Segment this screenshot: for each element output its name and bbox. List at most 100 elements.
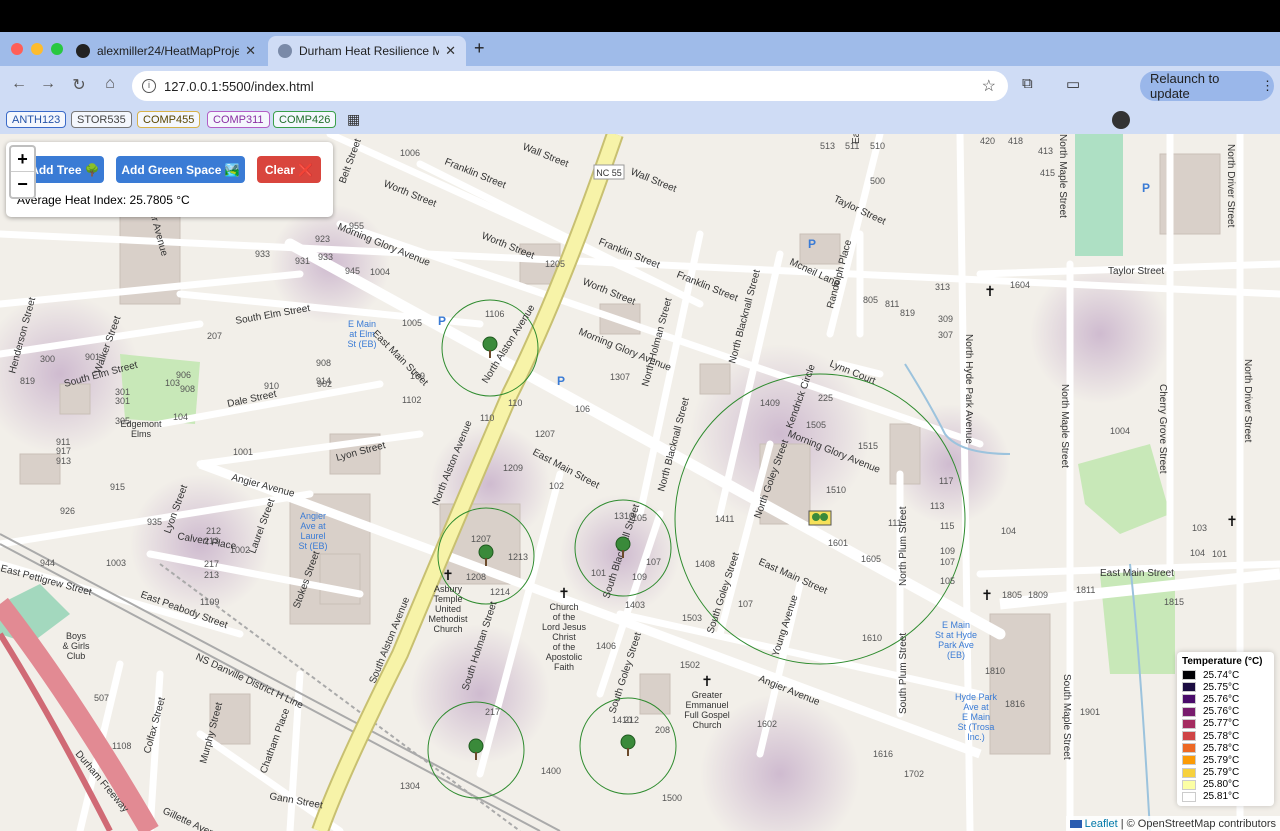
svg-text:Gillette Avenue: Gillette Avenue [161,806,227,831]
close-window-button[interactable] [11,43,23,55]
more-vert-icon[interactable]: ⋮ [1261,78,1274,94]
svg-text:Wall Street: Wall Street [521,142,570,170]
zoom-control: + − [9,145,36,199]
bookmark-stor535[interactable]: STOR535 [71,111,132,128]
svg-text:& Girls: & Girls [63,641,91,651]
svg-text:917: 917 [56,446,71,456]
svg-text:✝: ✝ [442,567,454,583]
map-attribution: Leaflet | © OpenStreetMap contributors [1065,816,1280,831]
legend-label: 25.78°C [1203,742,1240,754]
svg-text:E Main: E Main [942,620,970,630]
svg-text:1605: 1605 [861,554,881,564]
svg-text:P: P [438,314,446,328]
close-icon[interactable]: ✕ [445,43,456,59]
legend-label: 25.79°C [1203,754,1240,766]
reload-icon[interactable]: ↻ [68,75,90,95]
svg-text:115: 115 [940,521,954,531]
svg-text:1408: 1408 [695,559,715,569]
leaflet-link[interactable]: Leaflet [1085,818,1118,830]
svg-text:Christ: Christ [552,632,576,642]
legend-swatch [1182,779,1196,790]
svg-text:Lord Jesus: Lord Jesus [542,622,587,632]
bookmark-star-icon[interactable]: ☆ [982,76,996,96]
map-view[interactable]: 1006 1106 1205 1307 1409 225 1505 1510 1515 160… [0,134,1280,831]
url-text: 127.0.0.1:5500/index.html [164,78,314,94]
svg-text:Asbury: Asbury [434,584,463,594]
cast-icon[interactable]: ▭ [1066,75,1080,93]
svg-text:Hyde Park: Hyde Park [955,692,998,702]
svg-text:1503: 1503 [682,613,702,623]
new-tab-button[interactable]: + [474,38,485,59]
maximize-window-button[interactable] [51,43,63,55]
apps-grid-icon[interactable]: ▦ [347,111,360,128]
svg-text:1005: 1005 [402,318,422,328]
svg-text:811: 811 [885,299,899,309]
bookmark-comp455[interactable]: COMP455 [137,111,201,128]
minimize-window-button[interactable] [31,43,43,55]
map-control-panel: Add Tree 🌳 Add Green Space 🏞️ Clear ❌ Av… [6,142,333,217]
github-icon [76,44,90,58]
svg-text:Gann Street: Gann Street [268,791,323,811]
forward-arrow-icon[interactable]: → [37,75,59,93]
zoom-in-button[interactable]: + [11,147,34,172]
svg-text:113: 113 [930,501,944,511]
clear-button[interactable]: Clear ❌ [257,156,321,183]
svg-text:906: 906 [176,370,191,380]
svg-text:107: 107 [738,599,753,609]
svg-text:1515: 1515 [858,441,878,451]
svg-text:415: 415 [1040,168,1055,178]
svg-text:at Elm: at Elm [349,329,375,339]
bookmark-comp426[interactable]: COMP426 [273,111,337,128]
legend-swatch [1182,791,1196,802]
svg-text:507: 507 [94,693,109,703]
svg-text:207: 207 [207,331,222,341]
svg-text:Worth Street: Worth Street [581,277,637,308]
svg-text:Laurel: Laurel [300,531,325,541]
add-green-space-button[interactable]: Add Green Space 🏞️ [116,156,245,183]
address-bar[interactable]: i 127.0.0.1:5500/index.html ☆ [132,71,1008,101]
legend-label: 25.76°C [1203,693,1240,705]
svg-text:E Main: E Main [348,319,376,329]
svg-text:915: 915 [110,482,125,492]
svg-text:Ave at: Ave at [963,702,989,712]
svg-text:805: 805 [863,295,878,305]
svg-text:208: 208 [655,725,670,735]
back-arrow-icon[interactable]: ← [8,75,30,93]
legend-row: 25.74°C [1182,669,1269,681]
svg-text:213: 213 [204,570,219,580]
svg-text:510: 510 [870,141,885,151]
legend-label: 25.76°C [1203,706,1240,718]
svg-text:East Main Street: East Main Street [370,328,430,388]
extensions-icon[interactable]: ⧉ [1022,75,1033,92]
park-area [1100,564,1175,674]
svg-text:Temple: Temple [433,594,462,604]
svg-text:✝: ✝ [701,673,713,689]
close-icon[interactable]: ✕ [245,43,256,59]
legend-row: 25.77°C [1182,718,1269,730]
add-tree-button[interactable]: Add Tree 🌳 [26,156,104,183]
svg-text:908: 908 [316,358,331,368]
bookmark-anth123[interactable]: ANTH123 [6,111,67,128]
svg-text:Church: Church [692,720,721,730]
svg-text:St (Trosa: St (Trosa [958,722,995,732]
svg-text:107: 107 [646,557,661,567]
zoom-out-button[interactable]: − [11,172,34,197]
svg-text:Chatham Place: Chatham Place [258,707,292,775]
svg-text:✝: ✝ [558,585,570,601]
info-icon[interactable]: i [142,79,156,93]
tab-heat-map[interactable]: Durham Heat Resilience Map ✕ [268,36,466,66]
tab-github[interactable]: alexmiller24/HeatMapProject ✕ [66,36,266,66]
svg-text:309: 309 [938,314,953,324]
home-icon[interactable]: ⌂ [99,75,121,93]
svg-text:1500: 1500 [662,793,682,803]
bookmark-comp311[interactable]: COMP311 [207,111,270,128]
svg-text:933: 933 [318,252,333,262]
legend-row: 25.79°C [1182,754,1269,766]
svg-text:819: 819 [20,376,35,386]
svg-text:1610: 1610 [862,633,882,643]
svg-text:1106: 1106 [485,309,504,319]
svg-text:217: 217 [485,707,500,717]
relaunch-button[interactable]: Relaunch to update ⋮ [1140,71,1274,101]
globe-icon [278,44,292,58]
browser-toolbar: ← → ↻ ⌂ i 127.0.0.1:5500/index.html ☆ ⧉ … [0,66,1280,129]
